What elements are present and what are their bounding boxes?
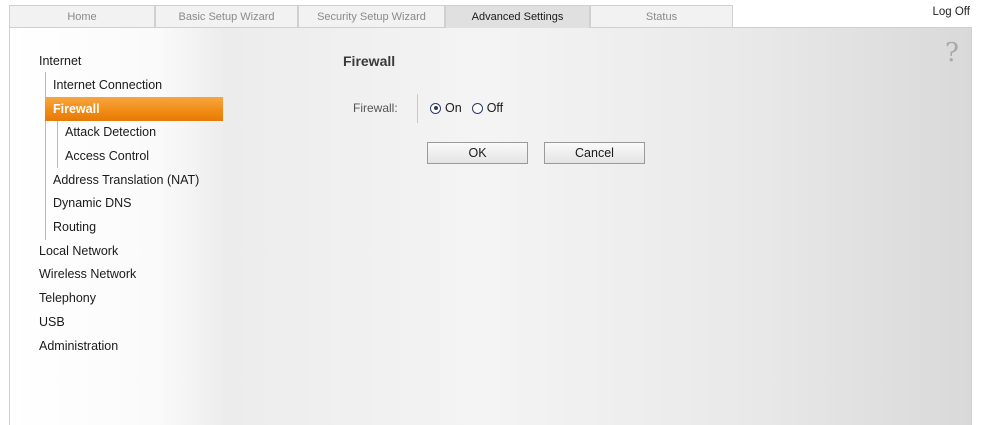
sidebar-item-administration[interactable]: Administration [39, 334, 118, 358]
firewall-off-radio[interactable]: Off [471, 101, 504, 115]
field-divider [417, 94, 418, 123]
sidebar-item-access-control[interactable]: Access Control [65, 144, 149, 168]
tree-line-firewall [57, 120, 58, 168]
radio-checked-icon[interactable] [430, 102, 441, 114]
firewall-field-label: Firewall: [353, 101, 398, 115]
tab-security-setup-wizard[interactable]: Security Setup Wizard [298, 5, 445, 27]
page-title: Firewall [343, 53, 396, 69]
tab-advanced-settings[interactable]: Advanced Settings [445, 5, 590, 28]
sidebar-item-dynamic-dns[interactable]: Dynamic DNS [53, 191, 132, 215]
tab-status[interactable]: Status [590, 5, 733, 27]
content-area: ? Firewall Firewall: On Off OK Cancel [223, 28, 971, 425]
ok-button[interactable]: OK [427, 142, 528, 164]
firewall-radio-group: On Off [430, 101, 513, 115]
sidebar-item-attack-detection[interactable]: Attack Detection [65, 120, 156, 144]
sidebar-item-firewall[interactable]: Firewall [45, 97, 231, 121]
sidebar-item-local-network[interactable]: Local Network [39, 239, 118, 263]
log-off-link[interactable]: Log Off [932, 6, 970, 18]
tab-home[interactable]: Home [9, 5, 155, 27]
sidebar-item-routing[interactable]: Routing [53, 215, 96, 239]
tab-basic-setup-wizard[interactable]: Basic Setup Wizard [155, 5, 298, 27]
firewall-off-label: Off [486, 101, 504, 115]
sidebar-item-wireless-network[interactable]: Wireless Network [39, 262, 136, 286]
sidebar-nav: Internet Internet Connection Firewall At… [10, 28, 231, 425]
firewall-on-radio[interactable]: On [430, 101, 462, 115]
firewall-on-label: On [445, 101, 462, 115]
sidebar-item-usb[interactable]: USB [39, 310, 65, 334]
help-icon[interactable]: ? [945, 40, 959, 66]
radio-unchecked-icon[interactable] [471, 102, 483, 114]
cancel-button[interactable]: Cancel [544, 142, 645, 164]
sidebar-item-internet[interactable]: Internet [39, 49, 81, 73]
main-panel: Internet Internet Connection Firewall At… [9, 27, 972, 425]
sidebar-item-internet-connection[interactable]: Internet Connection [53, 73, 162, 97]
sidebar-item-address-translation[interactable]: Address Translation (NAT) [53, 168, 199, 192]
sidebar-item-telephony[interactable]: Telephony [39, 286, 96, 310]
